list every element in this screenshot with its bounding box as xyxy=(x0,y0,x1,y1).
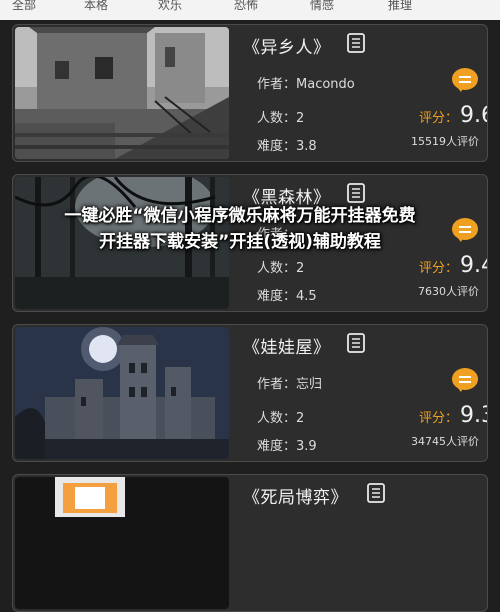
overlay-caption: 一键必胜“微信小程序微乐麻将万能开挂器免费开挂器下载安装”开挂(透视)辅助教程 xyxy=(64,206,416,252)
comment-icon[interactable] xyxy=(451,367,479,393)
difficulty-line: 难度：4.5 xyxy=(257,289,317,304)
difficulty-line: 难度：3.8 xyxy=(257,139,317,154)
review-count: 15519人评价 xyxy=(411,135,479,148)
author-name: Macondo xyxy=(296,77,355,92)
players-line: 人数：2 xyxy=(257,261,305,276)
score-value: 9.3 xyxy=(460,403,487,428)
author-line: 作者：Macondo xyxy=(257,77,355,92)
players-count: 2 xyxy=(296,111,305,126)
players-line: 人数：2 xyxy=(257,411,305,426)
card-info: 《死局博弈》 xyxy=(243,475,487,611)
difficulty-value: 4.5 xyxy=(296,289,317,304)
tab-fun[interactable]: 欢乐 xyxy=(158,0,182,13)
book-icon xyxy=(367,483,385,503)
category-tab-bar: 全部 本格 欢乐 恐怖 情感 推理 xyxy=(0,0,500,20)
cover-image xyxy=(15,327,229,459)
tab-classic[interactable]: 本格 xyxy=(84,0,108,13)
tab-emotion[interactable]: 情感 xyxy=(310,0,334,13)
score: 评分：9.6 xyxy=(419,103,487,128)
review-count: 34745人评价 xyxy=(411,435,479,448)
review-count: 7630人评价 xyxy=(418,285,479,298)
script-title: 《异乡人》 xyxy=(243,38,331,58)
players-count: 2 xyxy=(296,411,305,426)
card-info: 《异乡人》 作者：Macondo 人数：2 难度：3.8 评分：9.6 1551… xyxy=(243,25,487,161)
cover-image xyxy=(15,477,229,609)
script-title: 《死局博弈》 xyxy=(243,488,348,508)
difficulty-value: 3.9 xyxy=(296,439,317,454)
difficulty-value: 3.8 xyxy=(296,139,317,154)
script-card[interactable]: 《娃娃屋》 作者：忘归 人数：2 难度：3.9 评分：9.3 34745人评价 xyxy=(12,324,488,462)
cover-image xyxy=(15,27,229,159)
difficulty-line: 难度：3.9 xyxy=(257,439,317,454)
card-info: 《娃娃屋》 作者：忘归 人数：2 难度：3.9 评分：9.3 34745人评价 xyxy=(243,325,487,461)
tab-mystery[interactable]: 推理 xyxy=(388,0,412,13)
book-icon xyxy=(347,33,365,53)
comment-icon[interactable] xyxy=(451,217,479,243)
players-count: 2 xyxy=(296,261,305,276)
players-line: 人数：2 xyxy=(257,111,305,126)
script-title: 《娃娃屋》 xyxy=(243,338,331,358)
author-line: 作者：忘归 xyxy=(257,377,323,392)
author-name: 忘归 xyxy=(296,377,323,392)
score-value: 9.6 xyxy=(460,103,487,128)
tab-all[interactable]: 全部 xyxy=(12,0,36,13)
score-value: 9.4 xyxy=(460,253,487,278)
score: 评分：9.4 xyxy=(419,253,487,278)
score: 评分：9.3 xyxy=(419,403,487,428)
book-icon xyxy=(347,183,365,203)
script-card[interactable]: 《异乡人》 作者：Macondo 人数：2 难度：3.8 评分：9.6 1551… xyxy=(12,24,488,162)
tab-horror[interactable]: 恐怖 xyxy=(234,0,258,13)
comment-icon[interactable] xyxy=(451,67,479,93)
script-card[interactable]: 《死局博弈》 xyxy=(12,474,488,612)
book-icon xyxy=(347,333,365,353)
